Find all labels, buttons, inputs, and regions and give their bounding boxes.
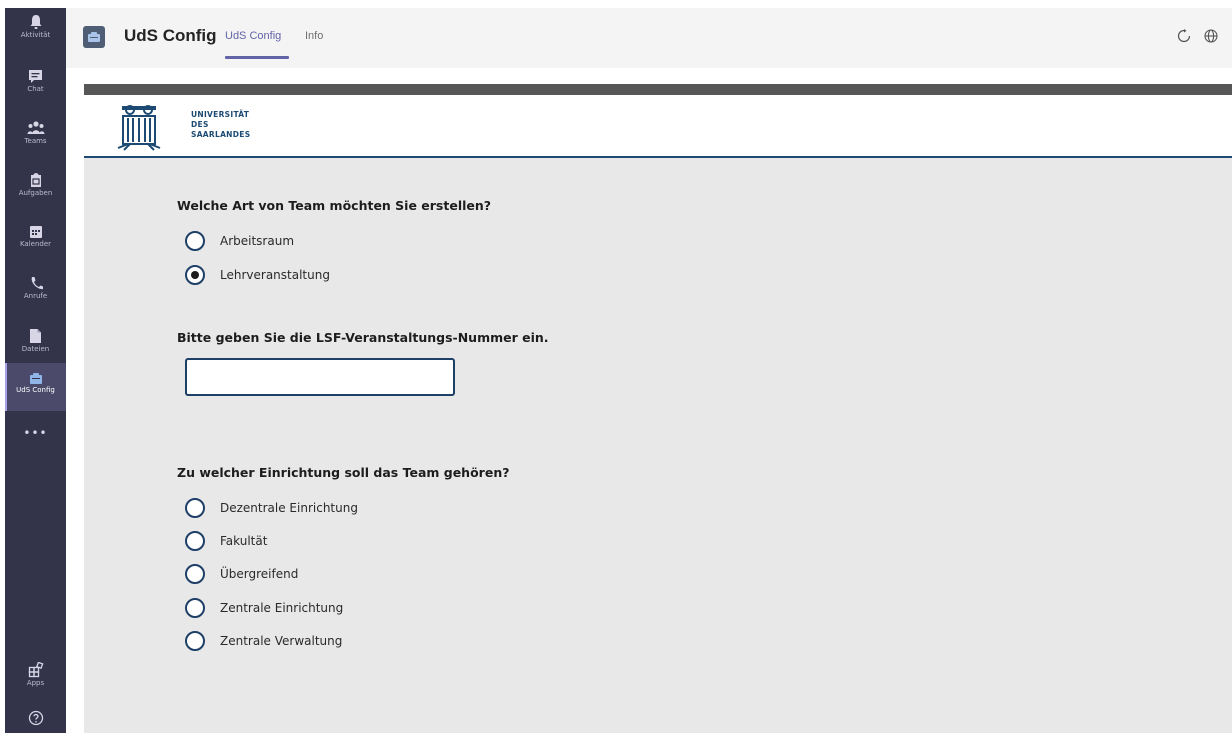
active-tab-indicator — [225, 56, 289, 59]
rail-label-uds-config: UdS Config — [16, 386, 55, 394]
reload-icon[interactable] — [1176, 28, 1192, 44]
radio-option-lehrveranstaltung[interactable]: Lehrveranstaltung — [185, 262, 330, 288]
radio-button[interactable] — [185, 598, 205, 618]
lsf-number-input[interactable] — [185, 358, 455, 396]
rail-label-apps: Apps — [26, 679, 45, 687]
tab-uds-config[interactable]: UdS Config — [225, 30, 281, 42]
uds-config-content: UNIVERSITÄT DES SAARLANDES Welche Art vo… — [84, 84, 1232, 733]
radio-label: Zentrale Einrichtung — [220, 601, 344, 615]
rail-item-assignments[interactable]: Aufgaben — [5, 170, 66, 216]
uds-config-icon — [29, 373, 42, 384]
help-button[interactable] — [5, 710, 66, 730]
radio-button[interactable] — [185, 531, 205, 551]
app-header: UdS Config UdS Config Info — [66, 8, 1232, 68]
bell-icon — [30, 15, 41, 29]
more-apps-button[interactable]: ••• — [5, 426, 66, 448]
radio-button[interactable] — [185, 498, 205, 518]
rail-item-activity[interactable]: Aktivität — [5, 12, 66, 58]
logo-text-line3: SAARLANDES — [191, 130, 251, 139]
radio-option-fakultaet[interactable]: Fakultät — [185, 528, 267, 554]
radio-button[interactable] — [185, 564, 205, 584]
rail-label-calendar: Kalender — [19, 240, 52, 248]
rail-label-teams: Teams — [24, 137, 47, 145]
radio-option-zentrale-einrichtung[interactable]: Zentrale Einrichtung — [185, 595, 343, 621]
assignments-icon — [30, 173, 41, 187]
phone-icon — [31, 277, 43, 290]
radio-button[interactable] — [185, 631, 205, 651]
calendar-icon — [29, 226, 42, 238]
university-banner: UNIVERSITÄT DES SAARLANDES — [84, 95, 1232, 158]
rail-item-teams[interactable]: Teams — [5, 118, 66, 164]
rail-label-calls: Anrufe — [23, 292, 48, 300]
rail-label-activity: Aktivität — [20, 31, 51, 39]
rail-item-apps[interactable]: Apps — [5, 660, 66, 706]
radio-label: Zentrale Verwaltung — [220, 634, 343, 648]
radio-option-arbeitsraum[interactable]: Arbeitsraum — [185, 228, 294, 254]
team-type-question: Welche Art von Team möchten Sie erstelle… — [177, 198, 492, 213]
logo-text-line2: DES — [191, 120, 209, 129]
radio-label: Dezentrale Einrichtung — [220, 501, 358, 515]
apps-icon — [28, 662, 43, 678]
app-rail: Aktivität Chat Teams Aufgaben Kalender A… — [5, 8, 66, 733]
top-bar-strip — [84, 84, 1232, 95]
institution-question: Zu welcher Einrichtung soll das Team geh… — [177, 465, 510, 480]
radio-label: Übergreifend — [220, 567, 299, 581]
radio-button[interactable] — [185, 231, 205, 251]
radio-button-selected[interactable] — [185, 265, 205, 285]
university-seal-logo — [117, 105, 161, 151]
lsf-number-question: Bitte geben Sie die LSF-Veranstaltungs-N… — [177, 330, 549, 345]
rail-label-assignments: Aufgaben — [18, 189, 53, 197]
app-title: UdS Config — [124, 26, 217, 45]
more-icon: ••• — [23, 426, 48, 440]
radio-option-dezentrale-einrichtung[interactable]: Dezentrale Einrichtung — [185, 495, 358, 521]
rail-item-calendar[interactable]: Kalender — [5, 222, 66, 268]
rail-item-calls[interactable]: Anrufe — [5, 274, 66, 320]
tab-info[interactable]: Info — [305, 30, 323, 42]
radio-option-uebergreifend[interactable]: Übergreifend — [185, 561, 298, 587]
radio-label: Fakultät — [220, 534, 268, 548]
radio-label: Arbeitsraum — [220, 234, 295, 248]
globe-icon[interactable] — [1203, 28, 1219, 44]
rail-label-files: Dateien — [21, 345, 50, 353]
teams-icon — [27, 121, 44, 134]
logo-text-line1: UNIVERSITÄT — [191, 110, 250, 119]
chat-icon — [29, 70, 42, 83]
radio-option-zentrale-verwaltung[interactable]: Zentrale Verwaltung — [185, 628, 342, 654]
rail-label-chat: Chat — [27, 85, 44, 93]
rail-item-chat[interactable]: Chat — [5, 66, 66, 112]
radio-label: Lehrveranstaltung — [220, 268, 330, 282]
file-icon — [30, 329, 41, 343]
app-logo-icon — [83, 26, 105, 48]
rail-item-uds-config[interactable]: UdS Config — [5, 363, 66, 411]
help-icon — [28, 710, 43, 726]
